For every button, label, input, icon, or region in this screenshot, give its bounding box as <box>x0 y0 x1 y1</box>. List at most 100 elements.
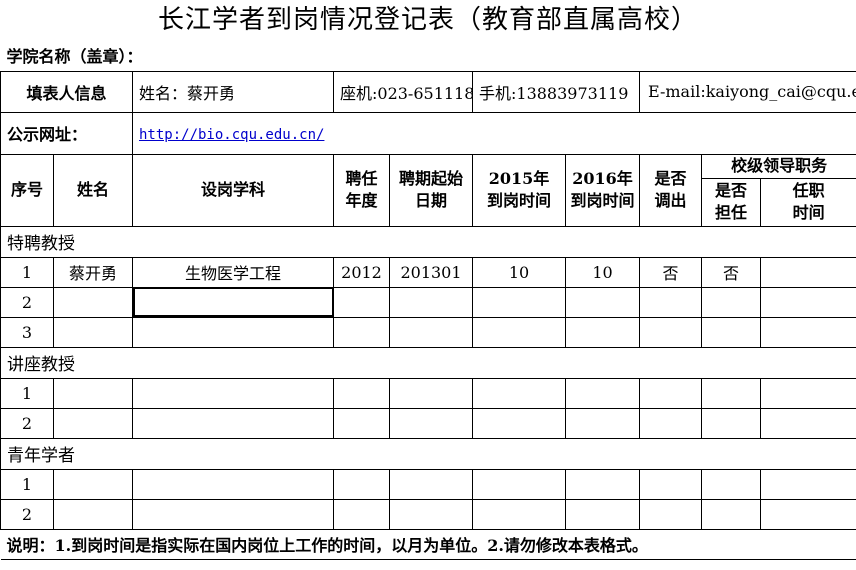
cell-y2016[interactable]: 10 <box>565 256 640 288</box>
cell-tenure[interactable] <box>759 468 856 500</box>
section-title[interactable]: 青年学者 <box>0 437 856 470</box>
cell-discipline[interactable] <box>132 377 334 409</box>
section-header-row: 特聘教授 <box>0 225 856 258</box>
cell-tenure[interactable] <box>759 256 856 288</box>
cell-y2015[interactable] <box>472 316 566 348</box>
cell-year[interactable] <box>333 316 390 348</box>
cell-year[interactable] <box>333 407 390 439</box>
header-holds[interactable]: 是否担任 <box>701 177 761 227</box>
cell-year[interactable]: 2012 <box>333 256 390 288</box>
website-row: 公示网址： http://bio.cqu.edu.cn/ <box>0 111 856 155</box>
cell-year[interactable] <box>333 286 390 318</box>
cell-transfer[interactable] <box>639 316 702 348</box>
filler-email[interactable]: E-mail:kaiyong_cai@cqu.edu.cn <box>638 70 856 113</box>
cell-name[interactable] <box>53 286 133 318</box>
cell-seq[interactable]: 2 <box>0 407 54 439</box>
cell-seq[interactable]: 2 <box>0 286 54 318</box>
cell-discipline[interactable] <box>132 468 334 500</box>
cell-y2016[interactable] <box>565 468 640 500</box>
section-title[interactable]: 特聘教授 <box>0 225 856 258</box>
cell-tenure[interactable] <box>759 407 856 439</box>
cell-holds[interactable] <box>701 498 761 530</box>
cell-transfer[interactable] <box>639 286 702 318</box>
cell-transfer[interactable] <box>639 407 702 439</box>
header-2015[interactable]: 2015年到岗时间 <box>472 153 566 227</box>
cell-y2015[interactable] <box>472 377 566 409</box>
registration-table: 学院名称（盖章）： 填表人信息 姓名：蔡开勇 座机:023-65111806 手… <box>0 40 856 560</box>
cell-name[interactable] <box>53 407 133 439</box>
cell-name[interactable]: 蔡开勇 <box>53 256 133 288</box>
cell-seq[interactable]: 3 <box>0 316 54 348</box>
college-label[interactable]: 学院名称（盖章）： <box>0 40 856 72</box>
cell-y2015[interactable]: 10 <box>472 256 566 288</box>
cell-discipline[interactable] <box>132 498 334 530</box>
filler-mobile[interactable]: 手机:13883973119 <box>472 70 640 113</box>
cell-tenure[interactable] <box>759 498 856 530</box>
cell-y2015[interactable] <box>472 498 566 530</box>
cell-year[interactable] <box>333 468 390 500</box>
cell-start[interactable] <box>389 498 473 530</box>
table-row: 2 <box>0 498 856 530</box>
cell-start[interactable] <box>389 407 473 439</box>
header-2016[interactable]: 2016年到岗时间 <box>565 153 640 227</box>
cell-start[interactable] <box>389 377 473 409</box>
filler-landline[interactable]: 座机:023-65111806 <box>333 70 473 113</box>
note-text[interactable]: 说明：1.到岗时间是指实际在国内岗位上工作的时间，以月为单位。2.请勿修改本表格… <box>0 528 856 560</box>
cell-y2015[interactable] <box>472 407 566 439</box>
header-name[interactable]: 姓名 <box>53 153 133 227</box>
header-transfer[interactable]: 是否调出 <box>639 153 702 227</box>
section-title[interactable]: 讲座教授 <box>0 346 856 379</box>
cell-name[interactable] <box>53 377 133 409</box>
cell-tenure[interactable] <box>759 377 856 409</box>
cell-discipline[interactable] <box>132 407 334 439</box>
cell-transfer[interactable] <box>639 498 702 530</box>
cell-start[interactable] <box>389 468 473 500</box>
filler-name[interactable]: 姓名：蔡开勇 <box>132 70 334 113</box>
cell-y2016[interactable] <box>565 377 640 409</box>
cell-y2016[interactable] <box>565 316 640 348</box>
cell-y2016[interactable] <box>565 498 640 530</box>
cell-y2015[interactable] <box>472 286 566 318</box>
cell-holds[interactable] <box>701 377 761 409</box>
cell-y2015[interactable] <box>472 468 566 500</box>
cell-discipline[interactable]: 生物医学工程 <box>132 256 334 288</box>
cell-holds[interactable] <box>701 316 761 348</box>
cell-seq[interactable]: 1 <box>0 256 54 288</box>
cell-y2016[interactable] <box>565 407 640 439</box>
cell-seq[interactable]: 2 <box>0 498 54 530</box>
cell-seq[interactable]: 1 <box>0 468 54 500</box>
website-cell[interactable]: http://bio.cqu.edu.cn/ <box>131 111 856 155</box>
website-label[interactable]: 公示网址： <box>0 111 133 155</box>
cell-discipline[interactable] <box>132 286 334 318</box>
cell-start[interactable] <box>389 316 473 348</box>
cell-holds[interactable]: 否 <box>701 256 761 288</box>
header-seq[interactable]: 序号 <box>0 153 54 227</box>
cell-tenure[interactable] <box>759 316 856 348</box>
cell-y2016[interactable] <box>565 286 640 318</box>
header-leader[interactable]: 校级领导职务 <box>700 153 856 179</box>
cell-start[interactable]: 201301 <box>389 256 473 288</box>
cell-name[interactable] <box>53 468 133 500</box>
note-row: 说明：1.到岗时间是指实际在国内岗位上工作的时间，以月为单位。2.请勿修改本表格… <box>0 528 856 560</box>
cell-year[interactable] <box>333 377 390 409</box>
cell-name[interactable] <box>53 316 133 348</box>
cell-holds[interactable] <box>701 286 761 318</box>
header-discipline[interactable]: 设岗学科 <box>132 153 334 227</box>
cell-holds[interactable] <box>701 468 761 500</box>
cell-transfer[interactable] <box>639 377 702 409</box>
cell-start[interactable] <box>389 286 473 318</box>
filler-label[interactable]: 填表人信息 <box>0 70 133 113</box>
cell-seq[interactable]: 1 <box>0 377 54 409</box>
cell-discipline[interactable] <box>132 316 334 348</box>
cell-name[interactable] <box>53 498 133 530</box>
cell-tenure[interactable] <box>759 286 856 318</box>
header-start[interactable]: 聘期起始日期 <box>389 153 473 227</box>
website-link[interactable]: http://bio.cqu.edu.cn/ <box>139 127 324 143</box>
table-row: 1 <box>0 468 856 500</box>
header-tenure[interactable]: 任职时间 <box>759 177 856 227</box>
header-year[interactable]: 聘任年度 <box>333 153 390 227</box>
cell-transfer[interactable]: 否 <box>639 256 702 288</box>
cell-holds[interactable] <box>701 407 761 439</box>
cell-transfer[interactable] <box>639 468 702 500</box>
cell-year[interactable] <box>333 498 390 530</box>
